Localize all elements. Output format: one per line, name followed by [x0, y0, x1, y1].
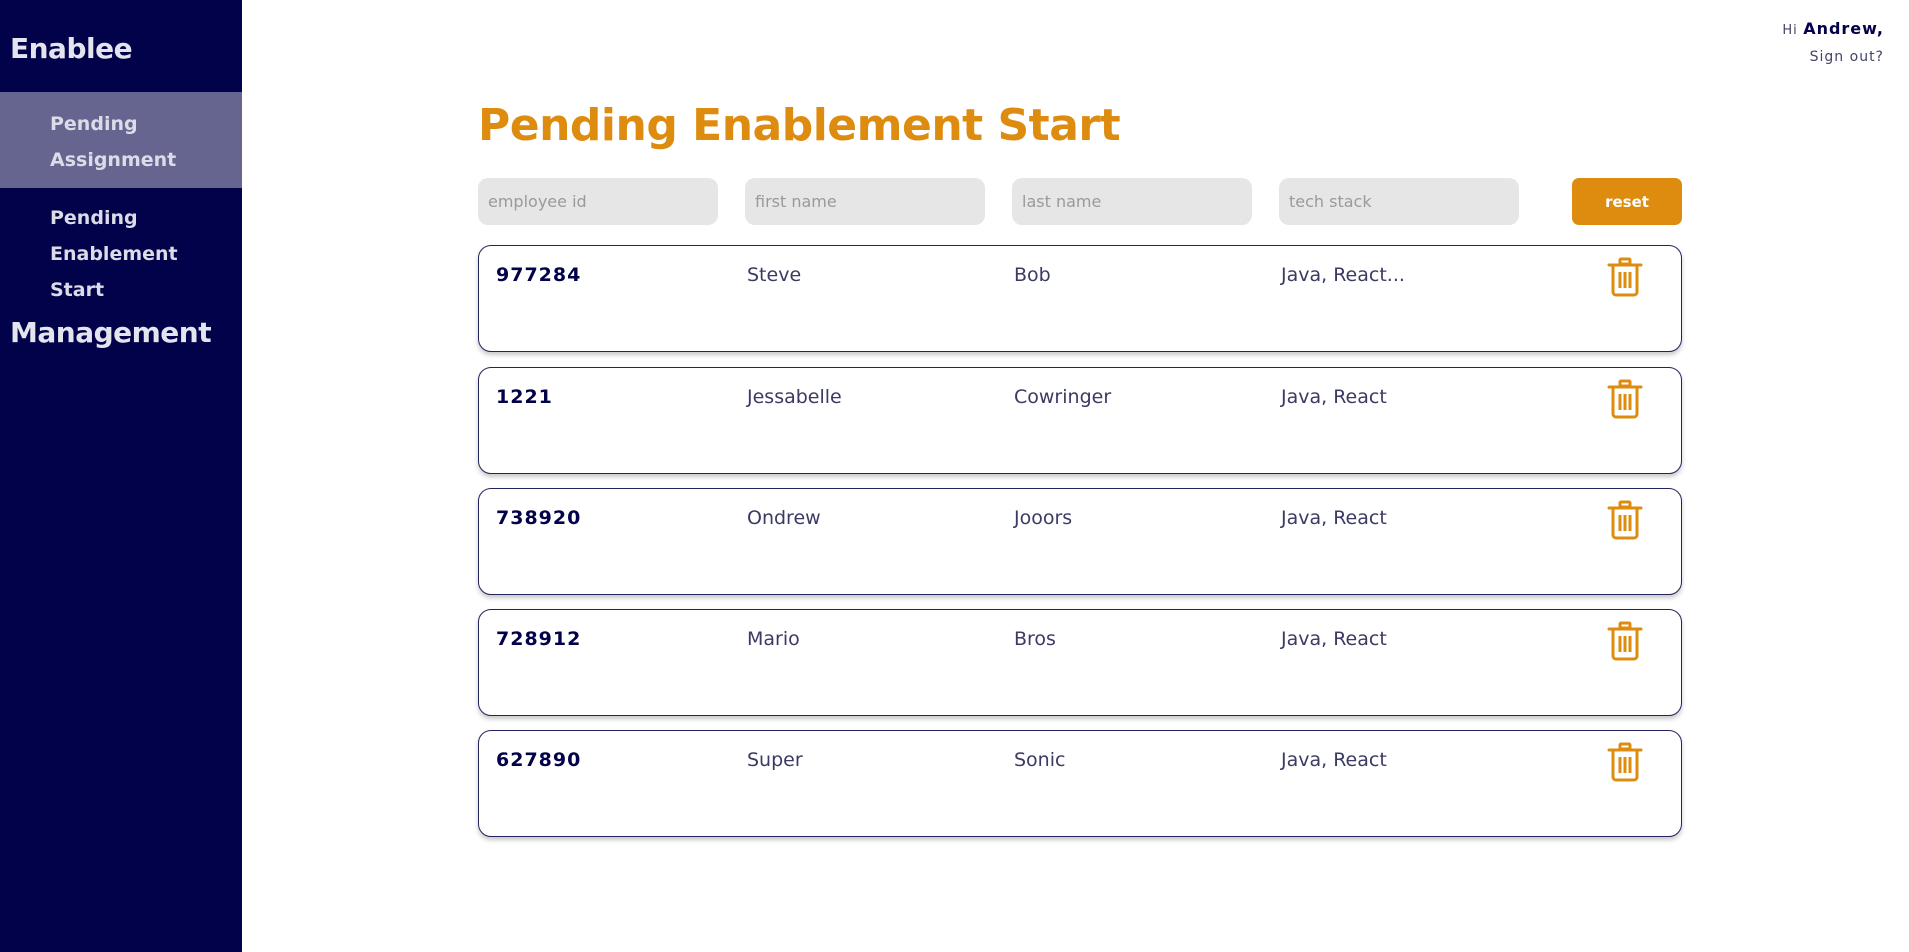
tech-stack: Java, React [1281, 386, 1387, 408]
last-name: Sonic [1014, 749, 1066, 771]
trash-icon[interactable] [1607, 379, 1643, 419]
first-name: Mario [747, 628, 800, 650]
sidebar-item-label: Pending [50, 113, 138, 135]
tech-stack: Java, React [1281, 749, 1387, 771]
first-name: Jessabelle [747, 386, 842, 408]
trash-icon[interactable] [1607, 500, 1643, 540]
sidebar-item-label: Assignment [50, 149, 177, 171]
trash-icon[interactable] [1607, 621, 1643, 661]
employee-id: 627890 [496, 749, 582, 771]
tech-stack-filter-input[interactable] [1279, 178, 1519, 225]
employee-id: 1221 [496, 386, 553, 408]
tech-stack: Java, React... [1281, 264, 1405, 286]
sidebar-item-label: Pending [50, 207, 138, 229]
page-title: Pending Enablement Start [478, 100, 1121, 151]
first-name: Steve [747, 264, 802, 286]
employee-id-filter-input[interactable] [478, 178, 718, 225]
sidebar-item-management[interactable]: Management [10, 316, 212, 349]
trash-icon[interactable] [1607, 257, 1643, 297]
employee-row[interactable]: 1221 Jessabelle Cowringer Java, React [478, 367, 1682, 474]
tech-stack: Java, React [1281, 628, 1387, 650]
last-name: Bros [1014, 628, 1056, 650]
employee-row[interactable]: 728912 Mario Bros Java, React [478, 609, 1682, 716]
employee-id: 728912 [496, 628, 582, 650]
first-name: Super [747, 749, 803, 771]
greeting-text: Hi [1782, 23, 1798, 38]
reset-button[interactable]: reset [1572, 178, 1682, 225]
employee-row[interactable]: 977284 Steve Bob Java, React... [478, 245, 1682, 352]
first-name: Ondrew [747, 507, 821, 529]
last-name: Jooors [1014, 507, 1073, 529]
sidebar-item-pending-assignment[interactable]: Pending Assignment [0, 92, 242, 188]
brand-logo-text[interactable]: Enablee [10, 32, 133, 65]
sidebar: Enablee Pending Assignment Pending Enabl… [0, 0, 242, 952]
sidebar-item-pending-enablement-start[interactable]: Pending Enablement Start [0, 188, 242, 324]
employee-id: 977284 [496, 264, 582, 286]
sign-out-link[interactable]: Sign out? [1782, 44, 1884, 70]
tech-stack: Java, React [1281, 507, 1387, 529]
last-name: Bob [1014, 264, 1051, 286]
first-name-filter-input[interactable] [745, 178, 985, 225]
user-greeting: Hi Andrew, Sign out? [1782, 16, 1884, 70]
employee-row[interactable]: 738920 Ondrew Jooors Java, React [478, 488, 1682, 595]
employee-row[interactable]: 627890 Super Sonic Java, React [478, 730, 1682, 837]
last-name-filter-input[interactable] [1012, 178, 1252, 225]
sidebar-item-label: Enablement Start [50, 243, 178, 301]
trash-icon[interactable] [1607, 742, 1643, 782]
user-name: Andrew, [1803, 19, 1884, 38]
employee-id: 738920 [496, 507, 582, 529]
last-name: Cowringer [1014, 386, 1112, 408]
